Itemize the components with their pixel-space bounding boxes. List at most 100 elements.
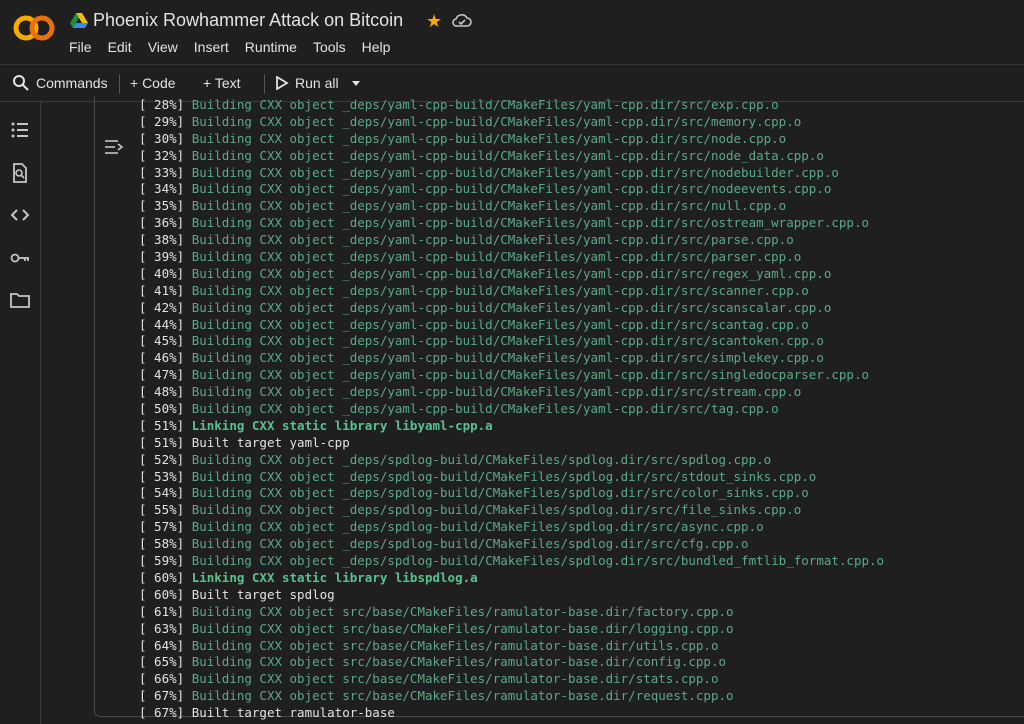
toolbar-divider	[264, 74, 265, 94]
code-snippets-icon[interactable]	[10, 205, 30, 225]
add-code-label: + Code	[130, 75, 176, 91]
progress-percent: [ 65%]	[139, 654, 192, 670]
build-message: Building CXX object src/base/CMakeFiles/…	[191, 671, 719, 687]
build-message: Building CXX object _deps/yaml-cpp-build…	[191, 384, 802, 400]
output-line: [ 51%] Built target yaml-cpp	[139, 435, 884, 452]
progress-percent: [ 34%]	[139, 181, 192, 197]
output-line: [ 53%] Building CXX object _deps/spdlog-…	[139, 469, 884, 486]
output-line: [ 61%] Building CXX object src/base/CMak…	[139, 604, 884, 621]
build-message: Building CXX object _deps/spdlog-build/C…	[191, 536, 749, 552]
notebook-title[interactable]: Phoenix Rowhammer Attack on Bitcoin	[93, 10, 403, 31]
progress-percent: [ 45%]	[139, 333, 192, 349]
build-message: Building CXX object _deps/yaml-cpp-build…	[191, 130, 787, 146]
output-line: [ 48%] Building CXX object _deps/yaml-cp…	[139, 384, 884, 401]
build-message: Building CXX object src/base/CMakeFiles/…	[191, 654, 727, 670]
progress-percent: [ 58%]	[139, 536, 192, 552]
progress-percent: [ 40%]	[139, 265, 192, 281]
menu-bar: File Edit View Insert Runtime Tools Help	[69, 39, 406, 55]
menu-runtime[interactable]: Runtime	[245, 39, 297, 55]
build-message: Building CXX object _deps/yaml-cpp-build…	[191, 249, 802, 265]
output-line: [ 45%] Building CXX object _deps/yaml-cp…	[139, 333, 884, 350]
add-text-label: + Text	[203, 75, 241, 91]
menu-tools[interactable]: Tools	[313, 39, 346, 55]
output-line: [ 41%] Building CXX object _deps/yaml-cp…	[139, 283, 884, 300]
output-line: [ 52%] Building CXX object _deps/spdlog-…	[139, 452, 884, 469]
output-line: [ 30%] Building CXX object _deps/yaml-cp…	[139, 131, 884, 148]
output-line: [ 58%] Building CXX object _deps/spdlog-…	[139, 536, 884, 553]
output-line: [ 51%] Linking CXX static library libyam…	[139, 418, 884, 435]
output-line: [ 63%] Building CXX object src/base/CMak…	[139, 621, 884, 638]
build-message: Building CXX object _deps/yaml-cpp-build…	[191, 215, 869, 231]
google-drive-icon[interactable]	[70, 13, 88, 29]
output-line: [ 35%] Building CXX object _deps/yaml-cp…	[139, 198, 884, 215]
build-message: Building CXX object _deps/yaml-cpp-build…	[191, 147, 824, 163]
build-message: Building CXX object _deps/yaml-cpp-build…	[191, 113, 802, 129]
output-line: [ 67%] Building CXX object src/base/CMak…	[139, 688, 884, 705]
progress-percent: [ 67%]	[139, 688, 192, 704]
search-icon	[13, 75, 29, 91]
build-message: Building CXX object src/base/CMakeFiles/…	[191, 637, 719, 653]
commands-label: Commands	[36, 75, 108, 91]
progress-percent: [ 33%]	[139, 164, 192, 180]
output-line: [ 66%] Building CXX object src/base/CMak…	[139, 671, 884, 688]
menu-edit[interactable]: Edit	[108, 39, 132, 55]
cloud-sync-icon[interactable]	[452, 12, 472, 30]
progress-percent: [ 46%]	[139, 350, 192, 366]
build-message: Linking CXX static library libspdlog.a	[191, 569, 478, 585]
build-message: Building CXX object _deps/yaml-cpp-build…	[191, 299, 832, 315]
build-message: Building CXX object _deps/yaml-cpp-build…	[191, 333, 824, 349]
output-line: [ 40%] Building CXX object _deps/yaml-cp…	[139, 266, 884, 283]
menu-help[interactable]: Help	[362, 39, 391, 55]
build-message: Building CXX object _deps/spdlog-build/C…	[191, 519, 764, 535]
output-line: [ 39%] Building CXX object _deps/yaml-cp…	[139, 249, 884, 266]
output-actions-icon[interactable]	[104, 138, 124, 156]
output-line: [ 28%] Building CXX object _deps/yaml-cp…	[139, 97, 884, 114]
build-message: Building CXX object _deps/yaml-cpp-build…	[191, 401, 779, 417]
build-message: Building CXX object _deps/spdlog-build/C…	[191, 553, 885, 569]
find-replace-icon[interactable]	[10, 163, 30, 183]
build-message: Building CXX object _deps/spdlog-build/C…	[191, 485, 809, 501]
menu-file[interactable]: File	[69, 39, 92, 55]
progress-percent: [ 54%]	[139, 485, 192, 501]
key-icon[interactable]	[10, 248, 30, 268]
build-message: Building CXX object _deps/yaml-cpp-build…	[191, 198, 787, 214]
build-message: Building CXX object src/base/CMakeFiles/…	[191, 620, 734, 636]
menu-view[interactable]: View	[148, 39, 178, 55]
progress-percent: [ 60%]	[139, 586, 192, 602]
colab-logo[interactable]	[12, 12, 56, 44]
progress-percent: [ 67%]	[139, 705, 192, 721]
left-sidebar	[0, 102, 41, 724]
table-of-contents-icon[interactable]	[10, 120, 30, 140]
progress-percent: [ 41%]	[139, 282, 192, 298]
output-line: [ 33%] Building CXX object _deps/yaml-cp…	[139, 165, 884, 182]
progress-percent: [ 59%]	[139, 553, 192, 569]
build-message: Building CXX object _deps/spdlog-build/C…	[191, 502, 802, 518]
build-message: Built target yaml-cpp	[191, 434, 350, 450]
output-line: [ 29%] Building CXX object _deps/yaml-cp…	[139, 114, 884, 131]
progress-percent: [ 42%]	[139, 299, 192, 315]
progress-percent: [ 50%]	[139, 401, 192, 417]
build-message: Building CXX object _deps/yaml-cpp-build…	[191, 232, 794, 248]
output-line: [ 65%] Building CXX object src/base/CMak…	[139, 654, 884, 671]
output-line: [ 32%] Building CXX object _deps/yaml-cp…	[139, 148, 884, 165]
menu-insert[interactable]: Insert	[194, 39, 229, 55]
progress-percent: [ 29%]	[139, 113, 192, 129]
build-message: Building CXX object _deps/yaml-cpp-build…	[191, 350, 824, 366]
progress-percent: [ 28%]	[139, 97, 192, 112]
build-message: Building CXX object src/base/CMakeFiles/…	[191, 603, 734, 619]
output-line: [ 64%] Building CXX object src/base/CMak…	[139, 638, 884, 655]
progress-percent: [ 55%]	[139, 502, 192, 518]
toolbar-divider	[119, 74, 120, 94]
progress-percent: [ 64%]	[139, 637, 192, 653]
output-line: [ 44%] Building CXX object _deps/yaml-cp…	[139, 317, 884, 334]
progress-percent: [ 61%]	[139, 603, 192, 619]
progress-percent: [ 63%]	[139, 620, 192, 636]
play-icon	[276, 76, 289, 90]
star-icon[interactable]: ★	[426, 11, 442, 32]
build-message: Built target ramulator-base	[191, 705, 395, 721]
folder-icon[interactable]	[10, 290, 30, 310]
progress-percent: [ 36%]	[139, 215, 192, 231]
build-message: Building CXX object _deps/yaml-cpp-build…	[191, 265, 832, 281]
top-bar: Phoenix Rowhammer Attack on Bitcoin ★ Fi…	[0, 0, 1024, 64]
progress-percent: [ 30%]	[139, 130, 192, 146]
